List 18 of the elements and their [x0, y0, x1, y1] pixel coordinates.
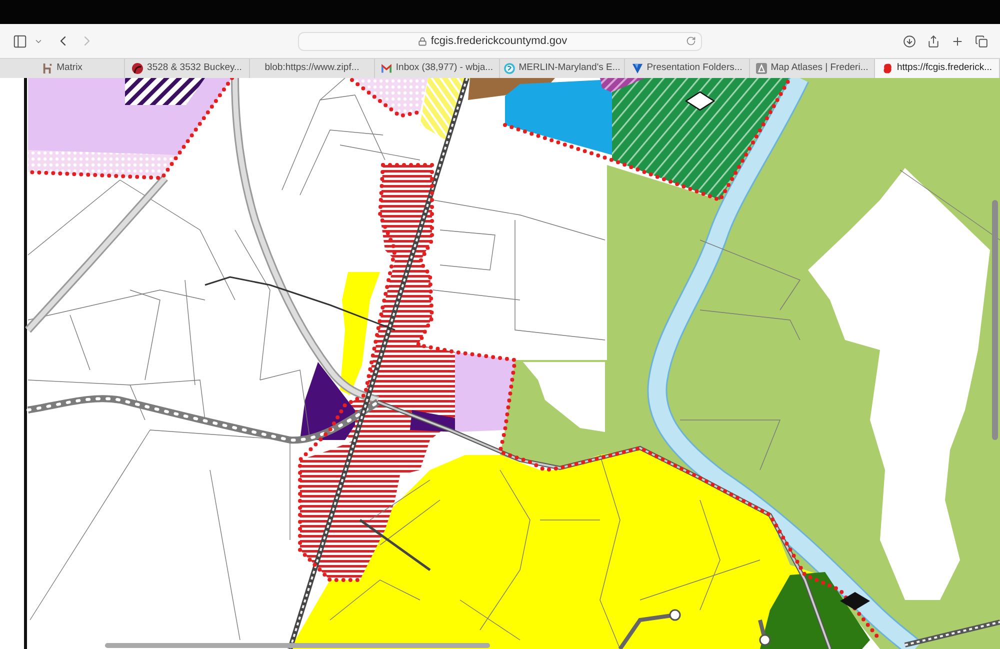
square-logo-icon	[756, 63, 767, 74]
circle-logo-icon	[132, 63, 144, 74]
horizontal-scrollbar[interactable]	[105, 643, 490, 648]
reload-icon[interactable]	[686, 36, 696, 46]
mail-icon	[380, 63, 392, 74]
ring-logo-icon	[504, 63, 515, 74]
logo-icon	[42, 63, 53, 74]
browser-tab[interactable]: https://fcgis.frederick...	[875, 59, 1000, 78]
lock-icon	[418, 36, 427, 46]
sidebar-icon[interactable]	[12, 34, 28, 48]
share-icon[interactable]	[927, 34, 940, 48]
download-icon[interactable]	[903, 34, 916, 48]
tab-overview-icon[interactable]	[975, 34, 988, 48]
address-field[interactable]: fcgis.frederickcountymd.gov	[298, 32, 702, 50]
blob-logo-icon	[882, 63, 893, 74]
new-tab-icon[interactable]	[951, 34, 964, 48]
triangle-logo-icon	[632, 63, 643, 74]
vertical-scrollbar[interactable]	[992, 200, 998, 440]
